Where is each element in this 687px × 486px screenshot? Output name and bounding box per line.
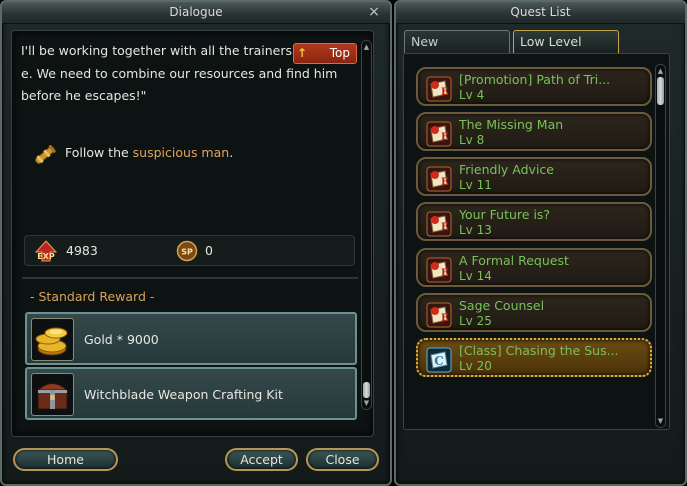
quest-scroll-icon: E xyxy=(426,121,452,147)
gold-coins-icon xyxy=(31,318,74,361)
svg-text:E: E xyxy=(441,313,449,324)
quest-list-title: Quest List xyxy=(510,5,571,19)
quest-scroll-icon: E xyxy=(426,166,452,192)
scroll-up-icon[interactable]: ▲ xyxy=(363,43,370,51)
quest-list-titlebar[interactable]: Quest List xyxy=(396,2,685,24)
up-arrow-icon: ↑ xyxy=(297,46,308,60)
reward-label: Gold * 9000 xyxy=(84,332,159,347)
quest-title: Your Future is? xyxy=(459,207,551,222)
close-icon[interactable]: × xyxy=(366,3,382,21)
class-quest-icon: C xyxy=(426,347,452,373)
quest-item[interactable]: E Your Future is? Lv 13 xyxy=(416,202,652,241)
quest-scrollbar[interactable]: ▲ ▼ xyxy=(655,64,666,428)
dialogue-scrollbar[interactable]: ▲ ▼ xyxy=(361,40,372,410)
quest-level: Lv 25 xyxy=(459,314,492,328)
dialogue-line-2: e. We need to combine our resources and … xyxy=(21,65,338,81)
quest-title: Sage Counsel xyxy=(459,298,545,313)
svg-text:EXP: EXP xyxy=(37,252,55,261)
sp-icon: SP xyxy=(176,240,198,262)
exp-value: 4983 xyxy=(66,243,98,258)
quest-title: [Class] Chasing the Sus... xyxy=(459,343,619,358)
objective-text: Follow the suspicious man. xyxy=(65,145,233,160)
quest-level: Lv 11 xyxy=(459,178,492,192)
svg-text:E: E xyxy=(441,87,449,98)
spyglass-icon xyxy=(34,144,56,165)
divider xyxy=(22,277,358,279)
svg-text:E: E xyxy=(441,177,449,188)
quest-scroll-icon: E xyxy=(426,257,452,283)
svg-text:E: E xyxy=(441,222,449,233)
reward-item-gold[interactable]: Gold * 9000 xyxy=(25,312,357,365)
scroll-down-icon[interactable]: ▼ xyxy=(657,417,664,425)
quest-level: Lv 4 xyxy=(459,88,485,102)
quest-title: The Missing Man xyxy=(459,117,564,132)
objective-target: suspicious man xyxy=(132,145,230,160)
home-button[interactable]: Home xyxy=(13,448,118,471)
quest-item[interactable]: E A Formal Request Lv 14 xyxy=(416,248,652,287)
quest-level: Lv 14 xyxy=(459,269,492,283)
quest-item[interactable]: E Sage Counsel Lv 25 xyxy=(416,293,652,332)
quest-scroll-icon: E xyxy=(426,211,452,237)
quest-title: Friendly Advice xyxy=(459,162,554,177)
quest-item[interactable]: E The Missing Man Lv 8 xyxy=(416,112,652,151)
scroll-thumb[interactable] xyxy=(657,77,664,105)
quest-level: Lv 20 xyxy=(459,359,492,373)
svg-text:C: C xyxy=(434,354,444,368)
tab-low-level[interactable]: Low Level xyxy=(513,30,619,53)
tab-new[interactable]: New xyxy=(404,30,510,53)
close-button[interactable]: Close xyxy=(306,448,379,471)
quest-scroll-icon: E xyxy=(426,76,452,102)
quest-item[interactable]: E [Promotion] Path of Tri... Lv 4 xyxy=(416,67,652,106)
quest-scroll-icon: E xyxy=(426,302,452,328)
scroll-up-icon[interactable]: ▲ xyxy=(657,67,664,75)
standard-reward-heading: - Standard Reward - xyxy=(30,289,155,304)
quest-item[interactable]: E Friendly Advice Lv 11 xyxy=(416,157,652,196)
reward-item-crafting-kit[interactable]: Witchblade Weapon Crafting Kit xyxy=(25,367,357,420)
dialogue-line-3: before he escapes!" xyxy=(21,88,147,103)
quest-level: Lv 13 xyxy=(459,223,492,237)
quest-level: Lv 8 xyxy=(459,133,485,147)
quest-title: [Promotion] Path of Tri... xyxy=(459,72,611,87)
scroll-thumb[interactable] xyxy=(363,382,370,398)
accept-button[interactable]: Accept xyxy=(225,448,298,471)
dialogue-titlebar[interactable]: Dialogue × xyxy=(2,2,390,24)
svg-text:E: E xyxy=(441,132,449,143)
reward-label: Witchblade Weapon Crafting Kit xyxy=(84,387,283,402)
sp-value: 0 xyxy=(205,243,213,258)
svg-text:E: E xyxy=(441,268,449,279)
svg-text:SP: SP xyxy=(181,248,193,257)
top-button-label: Top xyxy=(329,46,350,60)
treasure-chest-icon xyxy=(31,373,74,416)
objective-prefix: Follow the xyxy=(65,145,133,160)
quest-item-selected[interactable]: C [Class] Chasing the Sus... Lv 20 xyxy=(416,338,652,377)
objective-suffix: . xyxy=(229,145,234,160)
scroll-down-icon[interactable]: ▼ xyxy=(363,399,370,407)
exp-icon: EXP xyxy=(34,240,58,262)
top-button[interactable]: ↑ Top xyxy=(293,43,357,64)
dialogue-title: Dialogue xyxy=(169,5,223,19)
quest-title: A Formal Request xyxy=(459,253,569,268)
